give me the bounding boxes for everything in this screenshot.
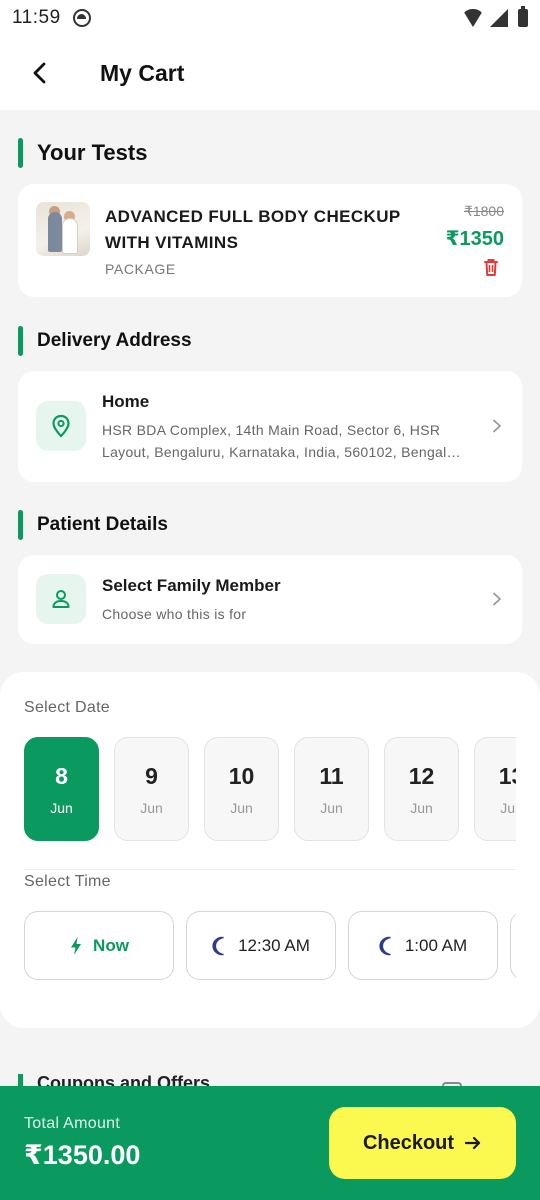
date-month: Jun (500, 800, 516, 816)
time-label: 12:30 AM (238, 935, 310, 955)
date-day: 10 (228, 763, 255, 789)
delete-button[interactable] (480, 256, 502, 278)
date-day: 8 (55, 763, 68, 789)
status-time: 11:59 (12, 7, 61, 28)
section-accent-bar (18, 326, 23, 356)
page-title: My Cart (100, 59, 185, 86)
time-label: Now (93, 935, 129, 955)
checkout-label: Checkout (362, 1131, 455, 1154)
section-title: Coupons and Offers (37, 1074, 211, 1086)
checkout-button[interactable]: Checkout (329, 1107, 516, 1179)
test-item-card[interactable]: ADVANCED FULL BODY CHECKUP WITH VITAMINS… (18, 184, 522, 297)
test-name: ADVANCED FULL BODY CHECKUP WITH VITAMINS (105, 207, 401, 252)
section-accent-bar (18, 510, 23, 540)
select-time-label: Select Time (24, 873, 111, 890)
section-title: Delivery Address (37, 330, 192, 351)
date-month: Jun (230, 800, 253, 816)
location-pin-icon (52, 414, 70, 438)
checkout-bar: Total Amount ₹1350.00 Checkout (0, 1086, 540, 1200)
user-icon (52, 590, 70, 608)
test-thumbnail-image (36, 202, 90, 256)
date-chip[interactable]: 13 Jun (474, 737, 516, 841)
lightning-icon (71, 936, 82, 955)
section-heading-tests: Your Tests (18, 138, 147, 168)
notification-face-icon (72, 9, 91, 27)
family-member-title: Select Family Member (102, 576, 281, 595)
original-price: ₹1800 (463, 203, 504, 219)
app-header: My Cart (0, 36, 540, 110)
section-heading-coupons: Coupons and Offers (18, 1074, 210, 1086)
moon-icon (379, 936, 391, 955)
divider (24, 869, 516, 870)
test-type: PACKAGE (105, 261, 176, 277)
status-bar: 11:59 (0, 0, 540, 36)
chevron-right-icon (493, 419, 501, 433)
section-title: Patient Details (37, 514, 168, 535)
moon-icon (212, 936, 224, 955)
time-chip[interactable]: 12:30 AM (186, 911, 336, 980)
date-day: 11 (319, 763, 344, 789)
section-title: Your Tests (37, 140, 148, 165)
address-label: Home (102, 392, 150, 411)
arrow-right-icon (464, 1136, 481, 1150)
time-chip-now[interactable]: Now (24, 911, 174, 980)
date-day: 12 (408, 763, 435, 789)
date-day: 13 (498, 763, 516, 789)
wifi-icon (462, 9, 484, 27)
arrow-left-icon (33, 62, 46, 84)
time-chip[interactable]: 1:00 AM (348, 911, 498, 980)
section-heading-patient: Patient Details (18, 510, 168, 540)
schedule-panel: Select Date 8 Jun 9 Jun 10 Jun 11 Jun 12… (0, 672, 540, 1028)
date-chip[interactable]: 12 Jun (384, 737, 459, 841)
date-month: Jun (140, 800, 163, 816)
family-member-card[interactable]: Select Family Member Choose who this is … (18, 555, 522, 644)
chevron-right-icon (493, 592, 501, 606)
date-picker[interactable]: 8 Jun 9 Jun 10 Jun 11 Jun 12 Jun 13 Jun (24, 737, 516, 843)
date-month: Jun (320, 800, 343, 816)
time-picker[interactable]: Now 12:30 AM 1:00 AM (24, 911, 516, 981)
location-icon-tile (36, 401, 86, 451)
date-chip[interactable]: 9 Jun (114, 737, 189, 841)
date-day: 9 (145, 763, 158, 789)
time-label: 1:00 AM (404, 935, 468, 955)
time-chip-partial[interactable] (510, 911, 516, 980)
total-amount-value: ₹1350.00 (24, 1140, 141, 1170)
total-amount-label: Total Amount (24, 1115, 121, 1132)
section-accent-bar (18, 138, 23, 168)
date-chip[interactable]: 11 Jun (294, 737, 369, 841)
date-chip[interactable]: 10 Jun (204, 737, 279, 841)
date-month: Jun (410, 800, 433, 816)
address-text: HSR BDA Complex, 14th Main Road, Sector … (102, 422, 461, 460)
back-button[interactable] (20, 53, 60, 93)
date-month: Jun (50, 800, 73, 816)
discounted-price: ₹1350 (445, 228, 504, 250)
section-accent-bar (18, 1074, 23, 1086)
family-member-subtitle: Choose who this is for (102, 606, 247, 622)
select-date-label: Select Date (24, 699, 111, 716)
date-chip-selected[interactable]: 8 Jun (24, 737, 99, 841)
address-card[interactable]: Home HSR BDA Complex, 14th Main Road, Se… (18, 371, 522, 482)
status-icons (462, 6, 528, 27)
user-icon-tile (36, 574, 86, 624)
signal-icon (490, 9, 508, 27)
trash-icon (484, 259, 498, 276)
section-heading-address: Delivery Address (18, 326, 192, 356)
battery-icon (518, 6, 528, 27)
